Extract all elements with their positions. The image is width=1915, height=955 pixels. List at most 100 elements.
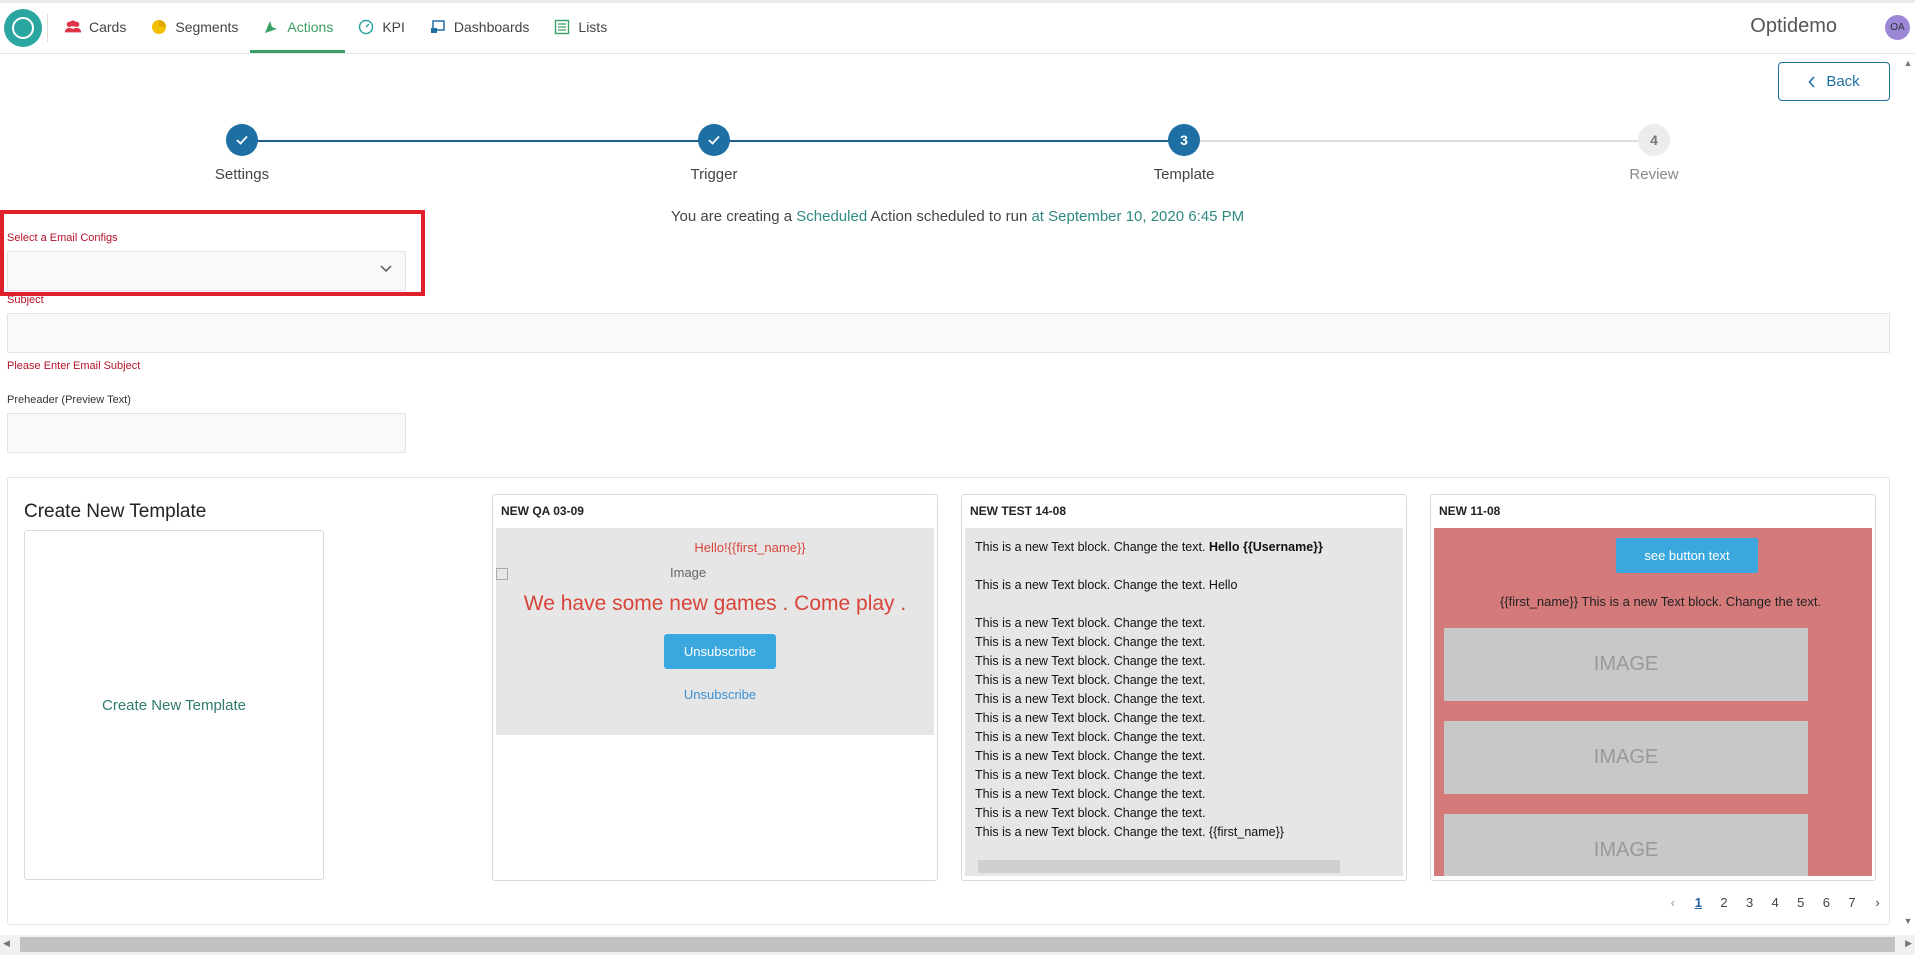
info-middle: Action scheduled to run [870, 208, 1028, 225]
chevron-left-icon [1808, 75, 1815, 88]
text-line: This is a new Text block. Change the tex… [975, 692, 1206, 706]
subject-input[interactable] [7, 313, 1890, 353]
nav-item-dashboards[interactable]: Dashboards [417, 3, 542, 51]
info-prefix: You are creating a [670, 208, 793, 225]
text-line: This is a new Text block. Change the tex… [975, 711, 1206, 725]
nav-label: Dashboards [453, 19, 530, 35]
template-preview: Hello!{{first_name}} Image We have some … [496, 528, 934, 735]
preheader-input[interactable] [7, 413, 406, 453]
horizontal-scrollbar[interactable]: ◀ ▶ [0, 935, 1915, 955]
unsubscribe-link[interactable]: Unsubscribe [496, 687, 934, 702]
page-link[interactable]: 1 [1686, 895, 1712, 910]
template-card-n11[interactable]: NEW 11-08 see button text {{first_name}}… [1430, 494, 1876, 881]
info-type: Scheduled [796, 208, 868, 225]
scroll-left-icon[interactable]: ◀ [3, 938, 10, 949]
pie-chart-icon [152, 20, 167, 34]
step-label: Trigger [690, 166, 738, 183]
nav-item-cards[interactable]: Cards [52, 3, 138, 51]
email-config-select[interactable] [7, 251, 406, 291]
page-link[interactable]: 5 [1788, 895, 1814, 910]
nav-label: KPI [382, 19, 405, 35]
scrollbar-thumb[interactable] [20, 937, 1895, 952]
nav-item-lists[interactable]: Lists [541, 3, 619, 51]
text-line: This is a new Text block. Change the tex… [975, 654, 1206, 668]
nav-item-actions[interactable]: Actions [250, 3, 346, 53]
actions-icon [265, 21, 278, 33]
image-placeholder: IMAGE [1444, 628, 1808, 701]
nav-label: Lists [578, 19, 608, 35]
create-template-card[interactable]: Create New Template [24, 530, 324, 880]
headline: We have some new games . Come play . [523, 592, 907, 615]
step-template[interactable]: 3 Template [1084, 120, 1284, 183]
brand-name: Optidemo [1750, 15, 1837, 37]
unsubscribe-button[interactable]: Unsubscribe [663, 634, 777, 669]
template-preview: This is a new Text block. Change the tex… [965, 528, 1403, 876]
image-placeholder: IMAGE [1444, 814, 1808, 876]
step-label: Review [1629, 166, 1679, 183]
text-line: This is a new Text block. Change the tex… [975, 730, 1206, 744]
subject-label: Subject [7, 294, 44, 306]
avatar[interactable]: OA [1885, 15, 1910, 40]
step-label: Template [1153, 166, 1215, 183]
main-nav: Cards Segments Actions KPI Dashboards Li… [52, 3, 619, 54]
back-button[interactable]: Back [1778, 62, 1890, 101]
dashboard-icon [430, 20, 445, 33]
chevron-down-icon [380, 265, 392, 273]
template-title: NEW TEST 14-08 [970, 504, 1067, 518]
back-label: Back [1826, 73, 1860, 90]
progress-stepper: Settings Trigger 3 Template 4 Review [0, 120, 1915, 190]
broken-image-icon [496, 567, 508, 580]
top-navbar: Cards Segments Actions KPI Dashboards Li… [0, 0, 1915, 54]
template-title: NEW 11-08 [1439, 504, 1501, 518]
subject-error: Please Enter Email Subject [7, 360, 141, 372]
template-card-test[interactable]: NEW TEST 14-08 This is a new Text block.… [961, 494, 1407, 881]
check-icon [698, 124, 730, 156]
nav-label: Actions [287, 19, 334, 35]
nav-item-segments[interactable]: Segments [138, 3, 250, 51]
text-line: This is a new Text block. Change the tex… [975, 540, 1323, 554]
text-line: This is a new Text block. Change the tex… [975, 578, 1238, 592]
email-config-label: Select a Email Configs [7, 232, 118, 244]
template-card-qa[interactable]: NEW QA 03-09 Hello!{{first_name}} Image … [492, 494, 938, 881]
broken-image: Image [496, 565, 934, 580]
step-settings[interactable]: Settings [142, 120, 342, 183]
create-template-link[interactable]: Create New Template [102, 697, 246, 714]
divider [47, 14, 48, 42]
page-link[interactable]: 2 [1711, 895, 1737, 910]
prev-page-icon[interactable]: ‹ [1660, 895, 1686, 910]
app-logo[interactable] [4, 9, 42, 47]
page-link[interactable]: 3 [1737, 895, 1763, 910]
page-link[interactable]: 4 [1762, 895, 1788, 910]
text-line: This is a new Text block. Change the tex… [975, 768, 1206, 782]
image-alt: Image [670, 565, 707, 580]
preheader-label: Preheader (Preview Text) [7, 394, 131, 406]
nav-item-kpi[interactable]: KPI [345, 3, 417, 51]
image-placeholder: IMAGE [1444, 721, 1808, 794]
page-link[interactable]: 7 [1839, 895, 1865, 910]
text-line: This is a new Text block. Change the tex… [975, 806, 1206, 820]
next-page-icon[interactable]: › [1865, 895, 1891, 910]
text-line: This is a new Text block. Change the tex… [975, 673, 1206, 687]
text-line: This is a new Text block. Change the tex… [975, 635, 1206, 649]
preview-scrollbar[interactable] [978, 860, 1340, 873]
text-line: This is a new Text block. Change the tex… [975, 749, 1206, 763]
scroll-right-icon[interactable]: ▶ [1905, 938, 1912, 949]
info-time: at September 10, 2020 6:45 PM [1031, 208, 1245, 225]
template-preview: see button text {{first_name}} This is a… [1434, 528, 1872, 876]
step-number: 4 [1638, 124, 1670, 156]
scroll-down-icon[interactable]: ▼ [1901, 914, 1915, 928]
nav-label: Segments [175, 19, 239, 35]
create-template-title: Create New Template [24, 501, 207, 522]
users-icon [64, 20, 82, 33]
text-block: {{first_name}} This is a new Text block.… [1500, 594, 1822, 609]
page-link[interactable]: 6 [1814, 895, 1840, 910]
see-button[interactable]: see button text [1616, 538, 1758, 573]
scroll-up-icon[interactable]: ▲ [1901, 56, 1915, 70]
template-title: NEW QA 03-09 [501, 504, 584, 518]
nav-label: Cards [89, 19, 127, 35]
pagination: ‹ 1 2 3 4 5 6 7 › [1660, 895, 1890, 910]
text-line: This is a new Text block. Change the tex… [975, 616, 1206, 630]
step-label: Settings [214, 166, 270, 183]
step-review[interactable]: 4 Review [1554, 120, 1754, 183]
step-trigger[interactable]: Trigger [614, 120, 814, 183]
